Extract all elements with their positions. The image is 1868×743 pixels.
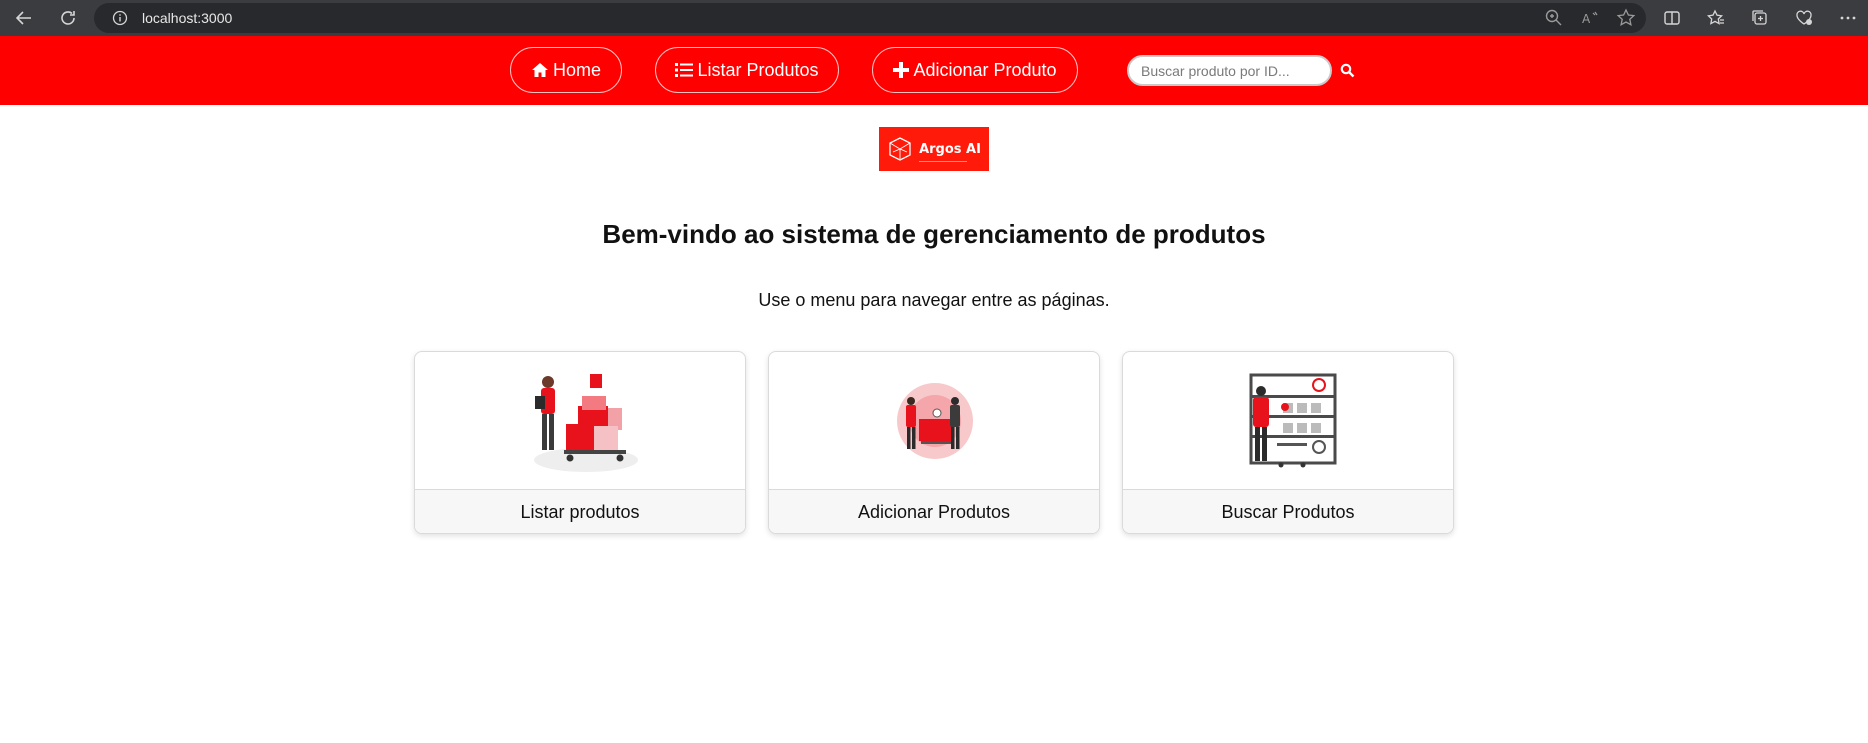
favorite-star-icon[interactable] [1616, 8, 1636, 28]
argos-logo: Argos AI [879, 127, 989, 171]
info-icon[interactable] [112, 10, 128, 26]
favorites-icon[interactable] [1704, 4, 1728, 32]
svg-text:A: A [1582, 12, 1591, 26]
add-product-label: Adicionar Produto [913, 59, 1057, 80]
url-text: localhost:3000 [142, 10, 233, 26]
home-icon [531, 63, 548, 77]
search-input[interactable] [1127, 55, 1332, 86]
home-label: Home [552, 59, 601, 80]
collections-icon[interactable] [1748, 4, 1772, 32]
list-products-label: Listar Produtos [697, 59, 819, 80]
logo-text: Argos AI [919, 141, 981, 157]
card-label: Buscar Produtos [1123, 490, 1453, 533]
more-menu-icon[interactable] [1836, 4, 1860, 32]
home-button[interactable]: Home [510, 47, 622, 93]
browser-toolbar: localhost:3000 A [0, 0, 1868, 36]
browser-essentials-icon[interactable] [1792, 4, 1816, 32]
address-bar[interactable]: localhost:3000 A [94, 3, 1646, 33]
refresh-button[interactable] [54, 4, 82, 32]
list-icon [675, 63, 694, 77]
search-button[interactable] [1338, 61, 1356, 79]
search-icon [1340, 63, 1354, 77]
back-button[interactable] [10, 4, 38, 32]
add-products-illustration [769, 352, 1099, 490]
page-title: Bem-vindo ao sistema de gerenciamento de… [602, 219, 1266, 249]
list-products-illustration [415, 352, 745, 490]
plus-icon [893, 62, 910, 78]
navbar: Home Listar Produtos Adicionar Produto [0, 36, 1868, 105]
add-product-button[interactable]: Adicionar Produto [872, 47, 1078, 93]
page-subtitle: Use o menu para navegar entre as páginas… [758, 290, 1110, 310]
list-products-button[interactable]: Listar Produtos [655, 47, 839, 93]
back-arrow-icon [15, 11, 31, 25]
card-list-products[interactable]: Listar produtos [414, 351, 746, 534]
card-search-products[interactable]: Buscar Produtos [1122, 351, 1454, 534]
card-add-products[interactable]: Adicionar Produtos [768, 351, 1100, 534]
logo-tagline-line [919, 161, 967, 162]
read-aloud-icon[interactable]: A [1580, 8, 1600, 28]
split-screen-icon[interactable] [1660, 4, 1684, 32]
card-label: Listar produtos [415, 490, 745, 533]
argos-logo-icon [889, 137, 911, 161]
refresh-icon [61, 11, 75, 25]
zoom-icon[interactable] [1544, 8, 1564, 28]
card-label: Adicionar Produtos [769, 490, 1099, 533]
search-products-illustration [1123, 352, 1453, 490]
